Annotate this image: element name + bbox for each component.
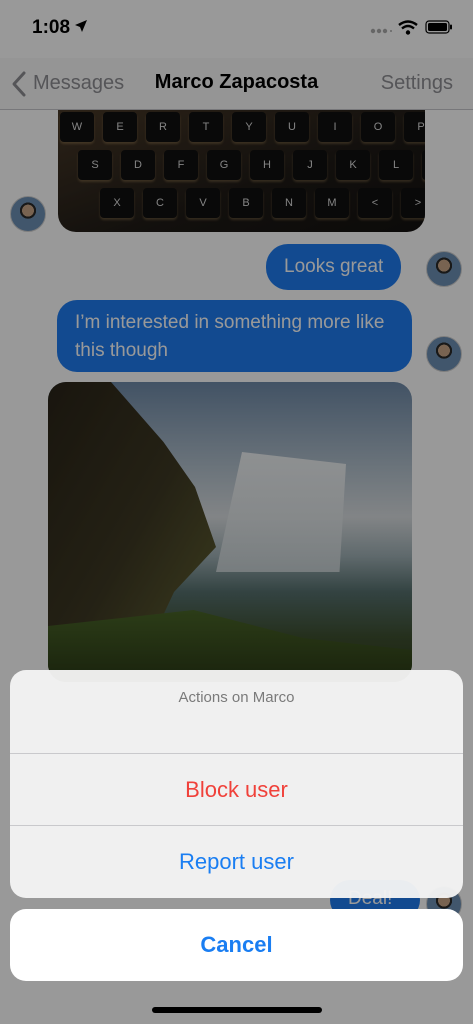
home-indicator [152, 1007, 322, 1013]
action-sheet-title: Actions on Marco [10, 670, 463, 754]
block-user-button[interactable]: Block user [10, 754, 463, 826]
cancel-button[interactable]: Cancel [10, 909, 463, 981]
action-sheet: Actions on Marco Block user Report user [10, 670, 463, 898]
report-user-button[interactable]: Report user [10, 826, 463, 898]
